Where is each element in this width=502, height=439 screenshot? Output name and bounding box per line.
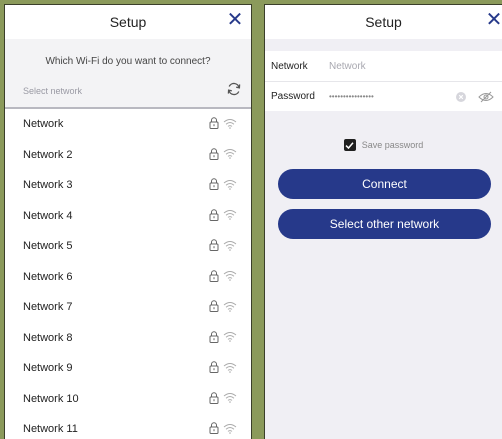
lock-icon bbox=[209, 391, 219, 404]
network-name: Network 4 bbox=[23, 209, 73, 222]
save-password-checkbox[interactable] bbox=[343, 139, 356, 151]
checkmark-icon bbox=[345, 141, 354, 149]
network-status-icons bbox=[209, 178, 237, 190]
lock-icon bbox=[209, 422, 219, 434]
lock-icon bbox=[209, 300, 219, 312]
network-status-icons bbox=[209, 391, 237, 404]
wifi-icon bbox=[223, 210, 237, 220]
network-name: Network 10 bbox=[23, 392, 79, 405]
network-list: Network Network 2 Network 3 Network 4 Networ… bbox=[5, 109, 251, 439]
password-label: Password bbox=[271, 91, 315, 102]
network-name: Network 3 bbox=[23, 179, 73, 192]
network-name: Network 6 bbox=[23, 270, 73, 283]
close-icon[interactable]: ✕ bbox=[225, 10, 245, 30]
page-title: Setup bbox=[109, 14, 147, 30]
network-name: Network 2 bbox=[23, 148, 73, 161]
network-status-icons bbox=[209, 239, 237, 251]
network-list-item[interactable]: Network 2 bbox=[5, 140, 251, 171]
network-list-item[interactable]: Network 11 bbox=[5, 414, 251, 439]
wifi-icon bbox=[223, 332, 237, 342]
setup-header: Setup ✕ bbox=[265, 5, 502, 39]
network-name: Network 11 bbox=[23, 423, 78, 436]
network-status-icons bbox=[209, 147, 237, 160]
form-spacer bbox=[265, 39, 502, 51]
network-list-item[interactable]: Network 4 bbox=[5, 201, 251, 232]
network-status-icons bbox=[209, 330, 237, 343]
network-list-item[interactable]: Network 10 bbox=[5, 384, 251, 415]
close-icon[interactable]: ✕ bbox=[484, 10, 502, 30]
wifi-icon bbox=[223, 118, 237, 129]
refresh-icon[interactable] bbox=[226, 81, 242, 97]
lock-icon bbox=[209, 330, 219, 343]
wifi-icon bbox=[223, 362, 237, 373]
wifi-icon bbox=[223, 301, 237, 312]
network-name: Network bbox=[23, 118, 64, 131]
network-list-item[interactable]: Network 3 bbox=[5, 170, 251, 201]
lock-icon bbox=[209, 269, 219, 282]
select-other-network-button[interactable]: Select other network bbox=[278, 209, 491, 239]
page-title: Setup bbox=[365, 14, 402, 30]
network-name: Network 9 bbox=[23, 362, 73, 375]
network-name: Network 5 bbox=[23, 240, 73, 253]
network-input[interactable] bbox=[329, 60, 449, 72]
network-list-item[interactable]: Network 9 bbox=[5, 353, 251, 384]
password-row: Password •••••••••••••••• bbox=[265, 81, 502, 111]
clear-icon[interactable] bbox=[456, 92, 466, 102]
network-status-icons bbox=[209, 269, 237, 282]
setup-header: Setup ✕ bbox=[5, 5, 251, 39]
wifi-icon bbox=[223, 179, 237, 190]
network-status-icons bbox=[209, 422, 237, 434]
network-list-item[interactable]: Network 8 bbox=[5, 323, 251, 354]
network-label: Network bbox=[271, 60, 308, 72]
network-list-item[interactable]: Network 7 bbox=[5, 292, 251, 323]
network-list-item[interactable]: Network 6 bbox=[5, 262, 251, 293]
wifi-icon bbox=[223, 393, 237, 403]
lock-icon bbox=[209, 147, 219, 160]
network-list-item[interactable]: Network bbox=[5, 109, 251, 140]
network-name: Network 8 bbox=[23, 331, 73, 344]
network-status-icons bbox=[209, 300, 237, 312]
network-status-icons bbox=[209, 208, 237, 221]
network-list-item[interactable]: Network 5 bbox=[5, 231, 251, 262]
wifi-icon bbox=[223, 271, 237, 281]
lock-icon bbox=[209, 117, 219, 129]
lock-icon bbox=[209, 208, 219, 221]
connect-button[interactable]: Connect bbox=[278, 169, 491, 199]
network-status-icons bbox=[209, 117, 237, 129]
eye-off-icon[interactable] bbox=[478, 91, 494, 103]
wifi-icon bbox=[223, 423, 237, 434]
network-list-panel: Setup ✕ Which Wi-Fi do you want to conne… bbox=[4, 4, 252, 439]
network-row: Network bbox=[265, 51, 502, 81]
network-connect-panel: Setup ✕ Network Password •••••••••••••••… bbox=[264, 4, 502, 439]
save-password-label: Save password bbox=[361, 140, 424, 150]
select-network-label: Select network bbox=[23, 86, 83, 96]
lock-icon bbox=[209, 361, 219, 373]
lock-icon bbox=[209, 178, 219, 190]
wifi-icon bbox=[223, 149, 237, 159]
question-area: Which Wi-Fi do you want to connect? Sele… bbox=[5, 39, 251, 107]
network-name: Network 7 bbox=[23, 301, 73, 314]
lock-icon bbox=[209, 239, 219, 251]
network-status-icons bbox=[209, 361, 237, 373]
save-password-row: Save password bbox=[265, 139, 502, 151]
wifi-icon bbox=[223, 240, 237, 251]
password-input[interactable]: •••••••••••••••• bbox=[329, 92, 374, 101]
wifi-question: Which Wi-Fi do you want to connect? bbox=[45, 56, 211, 67]
